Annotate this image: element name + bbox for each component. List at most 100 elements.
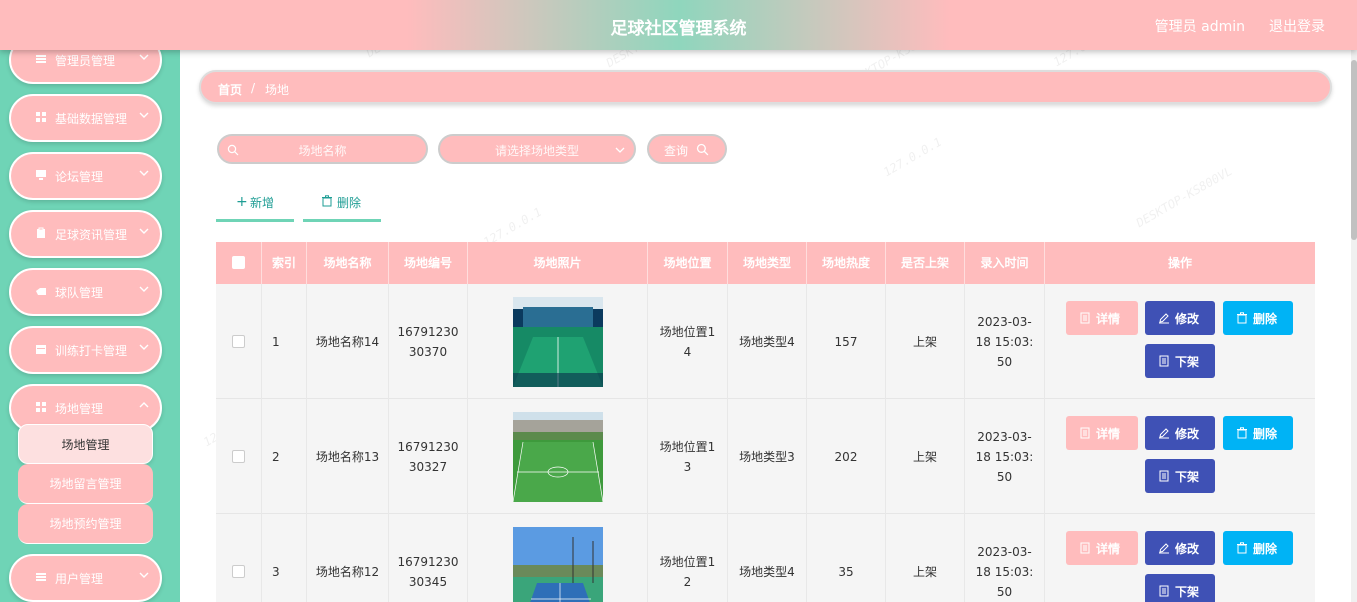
cell-status: 上架: [886, 399, 965, 514]
cell-time: 2023-03-18 15:03:50: [965, 284, 1045, 399]
menu-item-label: 基础数据管理: [55, 112, 128, 126]
search-icon: [696, 143, 709, 156]
logout-link[interactable]: 退出登录: [1269, 16, 1325, 36]
batch-delete-button[interactable]: 删除: [303, 190, 381, 222]
header-heat: 场地热度: [807, 242, 886, 284]
cell-photo: [468, 284, 648, 399]
cell-name: 场地名称14: [307, 284, 389, 399]
cell-index: 3: [262, 514, 307, 602]
table-row: 2 场地名称13 1679123030327 场地位置13 场地类型3 202 …: [216, 399, 1315, 514]
trash-icon: [322, 195, 332, 207]
row-select-cell: [216, 514, 262, 602]
vertical-scrollbar[interactable]: [1351, 50, 1357, 602]
menu-item-label: 论坛管理: [55, 170, 104, 184]
chevron-down-icon: [139, 54, 149, 60]
header-location: 场地位置: [648, 242, 728, 284]
edit-button[interactable]: 修改: [1145, 301, 1215, 335]
venue-type-select[interactable]: 请选择场地类型: [438, 134, 636, 164]
cell-location: 场地位置13: [648, 399, 728, 514]
cell-time: 2023-03-18 15:03:50: [965, 399, 1045, 514]
delete-label: 删除: [1253, 542, 1278, 556]
cell-actions: 详情 修改 删除 下架: [1045, 514, 1315, 602]
off-shelf-label: 下架: [1175, 470, 1200, 484]
row-checkbox[interactable]: [232, 335, 245, 348]
header-select-all[interactable]: [216, 242, 262, 284]
cell-name: 场地名称12: [307, 514, 389, 602]
venue-photo-football-field: [512, 411, 603, 502]
row-checkbox[interactable]: [232, 565, 245, 578]
menu-item-label: 足球资讯管理: [55, 228, 128, 242]
delete-button[interactable]: 删除: [1223, 416, 1293, 450]
breadcrumb-home[interactable]: 首页: [218, 81, 242, 98]
venue-name-search-input[interactable]: 场地名称: [217, 134, 428, 164]
submenu-item-venue[interactable]: 场地管理: [18, 424, 153, 464]
trash-icon: [1237, 427, 1247, 439]
cell-code-text: 1679123030345: [397, 554, 459, 589]
breadcrumb-current: 场地: [265, 83, 290, 97]
delete-button[interactable]: 删除: [1223, 531, 1293, 565]
detail-button[interactable]: 详情: [1066, 531, 1138, 565]
cell-time-text: 2023-03-18 15:03:50: [975, 544, 1034, 599]
cell-type: 场地类型4: [728, 514, 807, 602]
current-user: 管理员 admin: [1154, 19, 1245, 35]
menu-item-users[interactable]: 用户管理: [9, 554, 162, 602]
scrollbar-thumb[interactable]: [1351, 60, 1357, 240]
menu-item-label: 训练打卡管理: [55, 344, 128, 358]
select-all-checkbox[interactable]: [232, 255, 245, 269]
submenu-item-venue-comments[interactable]: 场地留言管理: [18, 464, 153, 504]
submenu-item-venue-bookings[interactable]: 场地预约管理: [18, 504, 153, 544]
detail-button[interactable]: 详情: [1066, 416, 1138, 450]
off-shelf-label: 下架: [1175, 585, 1200, 599]
watermark: DESKTOP-KS800VL: [1133, 163, 1235, 231]
cell-status: 上架: [886, 284, 965, 399]
menu-item-team[interactable]: 球队管理: [9, 268, 162, 316]
document-icon: [1080, 542, 1090, 554]
cell-time-text: 2023-03-18 15:03:50: [975, 429, 1034, 484]
cell-index: 2: [262, 399, 307, 514]
venue-photo-indoor-court: [512, 296, 603, 387]
off-shelf-button[interactable]: 下架: [1145, 574, 1215, 602]
document-icon: [1080, 427, 1090, 439]
cell-index: 1: [262, 284, 307, 399]
detail-button[interactable]: 详情: [1066, 301, 1138, 335]
cell-actions: 详情 修改 删除 下架: [1045, 284, 1315, 399]
add-button[interactable]: + 新增: [216, 190, 294, 222]
cell-type: 场地类型4: [728, 284, 807, 399]
cell-location-text: 场地位置14: [659, 324, 716, 359]
edit-label: 修改: [1175, 427, 1200, 441]
cell-photo: [468, 514, 648, 602]
cell-location-text: 场地位置12: [659, 554, 716, 589]
chevron-up-icon: [139, 402, 149, 408]
cell-status: 上架: [886, 514, 965, 602]
off-shelf-button[interactable]: 下架: [1145, 344, 1215, 378]
off-shelf-label: 下架: [1175, 355, 1200, 369]
menu-item-label: 场地管理: [55, 402, 104, 416]
menu-item-forum[interactable]: 论坛管理: [9, 152, 162, 200]
menu-item-label: 管理员管理: [55, 54, 116, 68]
row-checkbox[interactable]: [232, 450, 245, 463]
cell-name-text: 场地名称12: [315, 564, 380, 579]
document-icon: [1080, 312, 1090, 324]
detail-label: 详情: [1096, 427, 1121, 441]
header-type: 场地类型: [728, 242, 807, 284]
table-row: 1 场地名称14 1679123030370 场地位置14 场地类型4 157 …: [216, 284, 1315, 399]
off-shelf-button[interactable]: 下架: [1145, 459, 1215, 493]
trash-icon: [1237, 542, 1247, 554]
menu-item-admin[interactable]: 管理员管理: [9, 50, 162, 84]
delete-label: 删除: [1253, 312, 1278, 326]
query-button[interactable]: 查询: [647, 134, 727, 164]
menu-item-base-data[interactable]: 基础数据管理: [9, 94, 162, 142]
edit-icon: [1159, 313, 1169, 324]
delete-button[interactable]: 删除: [1223, 301, 1293, 335]
chevron-down-icon: [139, 112, 149, 118]
row-select-cell: [216, 284, 262, 399]
header-name: 场地名称: [307, 242, 389, 284]
menu-item-training[interactable]: 训练打卡管理: [9, 326, 162, 374]
menu-item-news[interactable]: 足球资讯管理: [9, 210, 162, 258]
edit-button[interactable]: 修改: [1145, 531, 1215, 565]
query-label: 查询: [664, 144, 689, 158]
chevron-down-icon: [139, 344, 149, 350]
detail-label: 详情: [1096, 312, 1121, 326]
chevron-down-icon: [139, 286, 149, 292]
edit-button[interactable]: 修改: [1145, 416, 1215, 450]
